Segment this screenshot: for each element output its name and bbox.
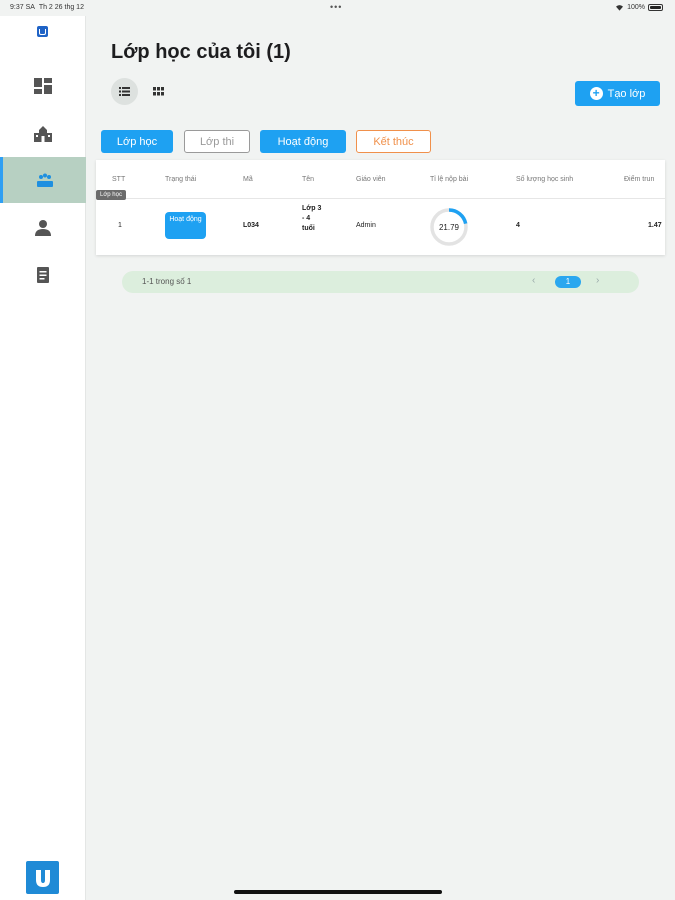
submit-rate-value: 21.79 [438, 222, 460, 232]
grid-icon [153, 87, 164, 96]
column-header-status: Trạng thái [165, 176, 197, 183]
column-header-teacher: Giáo viên [356, 176, 386, 183]
page-button-current[interactable]: 1 [555, 276, 581, 288]
column-header-stt: STT [112, 176, 126, 183]
app-logo-icon [37, 26, 48, 37]
classroom-icon [36, 173, 53, 187]
brand-u-icon [35, 869, 50, 887]
row-students: 4 [516, 222, 520, 229]
row-score: 1.47 [648, 222, 662, 229]
filter-lop-thi-button[interactable]: Lớp thi [184, 130, 250, 153]
sidebar-tooltip: Lớp học [96, 190, 126, 200]
grid-view-button[interactable] [145, 78, 172, 105]
pagination-bar: 1-1 trong số 1 ‹ 1 › [122, 271, 639, 293]
sidebar [0, 16, 86, 900]
row-code: L034 [243, 222, 259, 229]
dashboard-icon [34, 78, 52, 94]
battery-percent: 100% [627, 4, 645, 11]
sidebar-item-classes[interactable] [0, 157, 86, 203]
pagination-info: 1-1 trong số 1 [142, 277, 192, 286]
status-time: 9:37 SA Th 2 26 thg 12 [10, 4, 84, 11]
wifi-icon [616, 5, 624, 11]
status-badge: Hoạt động [165, 212, 206, 239]
multitask-dots-icon[interactable]: ••• [330, 2, 342, 12]
column-header-name: Tên [302, 176, 315, 183]
create-class-button[interactable]: + Tạo lớp [575, 81, 660, 106]
create-class-label: Tạo lớp [607, 87, 646, 100]
list-view-button[interactable] [111, 78, 138, 105]
battery-icon [648, 4, 663, 11]
school-icon [34, 126, 52, 142]
column-header-score: Điểm trun [624, 176, 655, 183]
sidebar-item-documents[interactable] [0, 252, 86, 298]
column-header-students: Số lượng học sinh [516, 176, 574, 183]
document-icon [37, 267, 49, 283]
filter-ket-thuc-button[interactable]: Kết thúc [356, 130, 431, 153]
add-circle-icon: + [589, 87, 603, 100]
column-header-code: Mã [243, 176, 253, 183]
status-right: 100% [615, 4, 663, 11]
row-stt: 1 [118, 222, 122, 229]
chevron-right-icon[interactable]: › [596, 275, 599, 286]
sidebar-item-dashboard[interactable] [0, 63, 86, 109]
page-title: Lớp học của tôi (1) [111, 41, 291, 63]
sidebar-item-users[interactable] [0, 205, 86, 251]
column-header-submit-rate: Tỉ lệ nộp bài [430, 176, 469, 183]
chevron-left-icon[interactable]: ‹ [532, 275, 535, 286]
list-icon [119, 87, 130, 96]
status-bar: 9:37 SA Th 2 26 thg 12 ••• 100% [0, 0, 675, 16]
class-table: STT Trạng thái Mã Tên Giáo viên Tỉ lệ nộ… [96, 160, 665, 255]
person-icon [35, 220, 51, 236]
filter-hoat-dong-button[interactable]: Hoạt động [260, 130, 346, 153]
filter-lop-hoc-button[interactable]: Lớp học [101, 130, 173, 153]
sidebar-item-school[interactable] [0, 111, 86, 157]
home-indicator[interactable] [234, 890, 442, 894]
brand-logo-icon [26, 861, 59, 894]
row-teacher: Admin [356, 222, 376, 229]
header-divider [96, 198, 665, 199]
row-name: Lớp 3 - 4 tuổi [302, 205, 322, 232]
